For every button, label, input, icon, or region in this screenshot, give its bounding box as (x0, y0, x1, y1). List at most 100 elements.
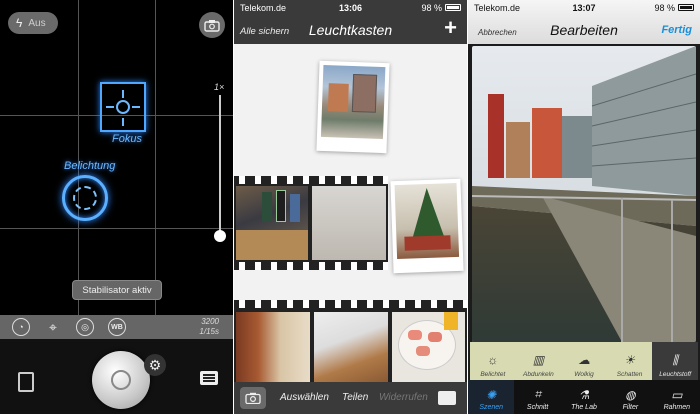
photo-door (236, 312, 310, 382)
photo-christmas-tree (394, 182, 460, 260)
photo-food (392, 312, 465, 382)
camera-button[interactable] (240, 387, 266, 409)
shutter-button[interactable] (92, 351, 150, 409)
editor-tab-bar: ✺ Szenen ⌗ Schnitt ⚗ The Lab ◍ Filter ▭ … (468, 380, 700, 414)
grid-line (78, 0, 79, 315)
tab-label: Schnitt (526, 404, 549, 411)
camera-panel: ϟ Aus Fokus Belichtung 1× Stabilisator a… (0, 0, 233, 414)
camera-mode-toolbar: ◔ ⌖ ◎ WB 3200 1/15s (0, 315, 233, 339)
undo-button[interactable]: Widerrufen (379, 392, 428, 403)
share-button[interactable]: Teilen (342, 392, 368, 403)
zoom-slider-knob[interactable] (214, 230, 226, 242)
lightbox-bottom-bar: Auswählen Teilen Widerrufen (234, 382, 467, 414)
zoom-label: 1× (214, 82, 225, 92)
grid-line (155, 0, 156, 315)
done-button[interactable]: Fertig (661, 24, 692, 36)
battery-label: 98 % (421, 2, 442, 13)
tab-label: Rahmen (663, 404, 691, 411)
building-icon: ▥ (532, 353, 545, 367)
camera-switch-button[interactable] (199, 12, 225, 38)
tab-schnitt[interactable]: ⌗ Schnitt (514, 380, 560, 414)
shutter-waves-icon (111, 370, 131, 390)
tab-szenen[interactable]: ✺ Szenen (468, 380, 515, 414)
food-shape (408, 330, 422, 340)
tab-rahmen[interactable]: ▭ Rahmen (654, 380, 700, 414)
status-bar: Telekom.de 13:06 98 % (234, 0, 467, 15)
film-strip[interactable] (234, 300, 467, 382)
lightbox-navbar: Telekom.de 13:06 98 % Alle sichern Leuch… (234, 0, 467, 44)
film-perforation (234, 262, 388, 270)
status-bar: Telekom.de 13:07 98 % (468, 0, 700, 15)
photo-table (312, 186, 386, 260)
reticle-tick (122, 118, 124, 126)
shutter-value: 1/15s (199, 327, 219, 336)
reticle-tick (122, 90, 124, 98)
editor-navbar: Telekom.de 13:07 98 % Abbrechen Bearbeit… (468, 0, 700, 44)
can-shape (276, 190, 286, 222)
lab-icon: ⚗ (578, 388, 590, 402)
battery-icon (678, 4, 694, 11)
tool-belichtet[interactable]: ☼ Belichtet (470, 342, 516, 380)
scenes-icon: ✺ (486, 388, 497, 402)
tool-schatten[interactable]: ☀ Schatten (607, 342, 653, 380)
editor-panel: Telekom.de 13:07 98 % Abbrechen Bearbeit… (468, 0, 700, 414)
cloud-icon: ☁ (577, 353, 590, 367)
white-balance-button[interactable]: WB (108, 318, 126, 336)
scene-tools: ☼ Belichtet ▥ Abdunkeln ☁ Wolkig ☀ Schat… (470, 342, 698, 380)
glass-shape (444, 312, 458, 330)
can-shape (290, 194, 300, 222)
crosshair-icon[interactable]: ⌖ (44, 318, 62, 336)
reticle-tick (132, 106, 140, 108)
tab-filter[interactable]: ◍ Filter (607, 380, 653, 414)
tool-abdunkeln[interactable]: ▥ Abdunkeln (516, 342, 562, 380)
select-button[interactable]: Auswählen (280, 392, 329, 403)
crop-icon: ⌗ (534, 387, 541, 401)
grid-line (0, 228, 233, 229)
reticle-tick (106, 106, 114, 108)
editing-photo (472, 46, 696, 342)
lightbox-photo[interactable] (316, 60, 390, 154)
page-title: Leuchtkasten (308, 22, 393, 38)
tool-wolkig[interactable]: ☁ Wolkig (561, 342, 607, 380)
flash-label: Aus (28, 17, 46, 29)
frame-icon: ▭ (671, 388, 683, 402)
battery-indicator: 98 % (654, 3, 694, 13)
photo-buildings (320, 64, 386, 140)
shutter-speed-icon[interactable]: ◎ (76, 318, 94, 336)
lightbox-photo[interactable] (390, 178, 464, 274)
zoom-slider-track[interactable] (219, 95, 221, 235)
flash-toggle[interactable]: ϟ Aus (8, 12, 58, 34)
add-button[interactable]: + (444, 17, 457, 39)
exposure-label: Belichtung (64, 160, 116, 172)
exposure-reticle[interactable] (62, 175, 108, 221)
focus-label: Fokus (112, 133, 142, 145)
gear-icon[interactable]: ⚙ (144, 354, 166, 376)
exposure-readout: 3200 1/15s (199, 317, 219, 337)
can-shape (262, 192, 272, 222)
tab-the-lab[interactable]: ⚗ The Lab (561, 380, 607, 414)
camera-switch-icon (204, 19, 220, 32)
building-shape (327, 83, 349, 112)
iso-value: 3200 (201, 317, 219, 326)
film-icon[interactable] (18, 372, 34, 392)
film-perforation (234, 176, 388, 184)
furniture-shape (404, 235, 451, 251)
food-shape (428, 332, 442, 342)
film-strip[interactable] (234, 176, 388, 270)
focus-ring-icon (116, 100, 130, 114)
focus-reticle[interactable] (100, 82, 146, 132)
tree-shape (410, 187, 445, 239)
tool-label: Wolkig (574, 371, 594, 378)
photo-harbor-buildings (472, 46, 696, 342)
tab-label: Szenen (479, 404, 504, 411)
tab-label: Filter (622, 404, 639, 411)
lightning-icon: ϟ (16, 16, 23, 30)
tool-leuchtstoff[interactable]: ⫼ Leuchtstoff (652, 342, 698, 380)
sun-icon: ☼ (487, 353, 499, 367)
photo-paper (314, 312, 388, 382)
menu-icon[interactable] (200, 371, 218, 385)
menu-icon[interactable] (438, 391, 456, 405)
exposure-mode-icon[interactable]: ◔ (12, 318, 30, 336)
stabilizer-badge: Stabilisator aktiv (72, 280, 162, 300)
camera-icon (245, 392, 261, 404)
